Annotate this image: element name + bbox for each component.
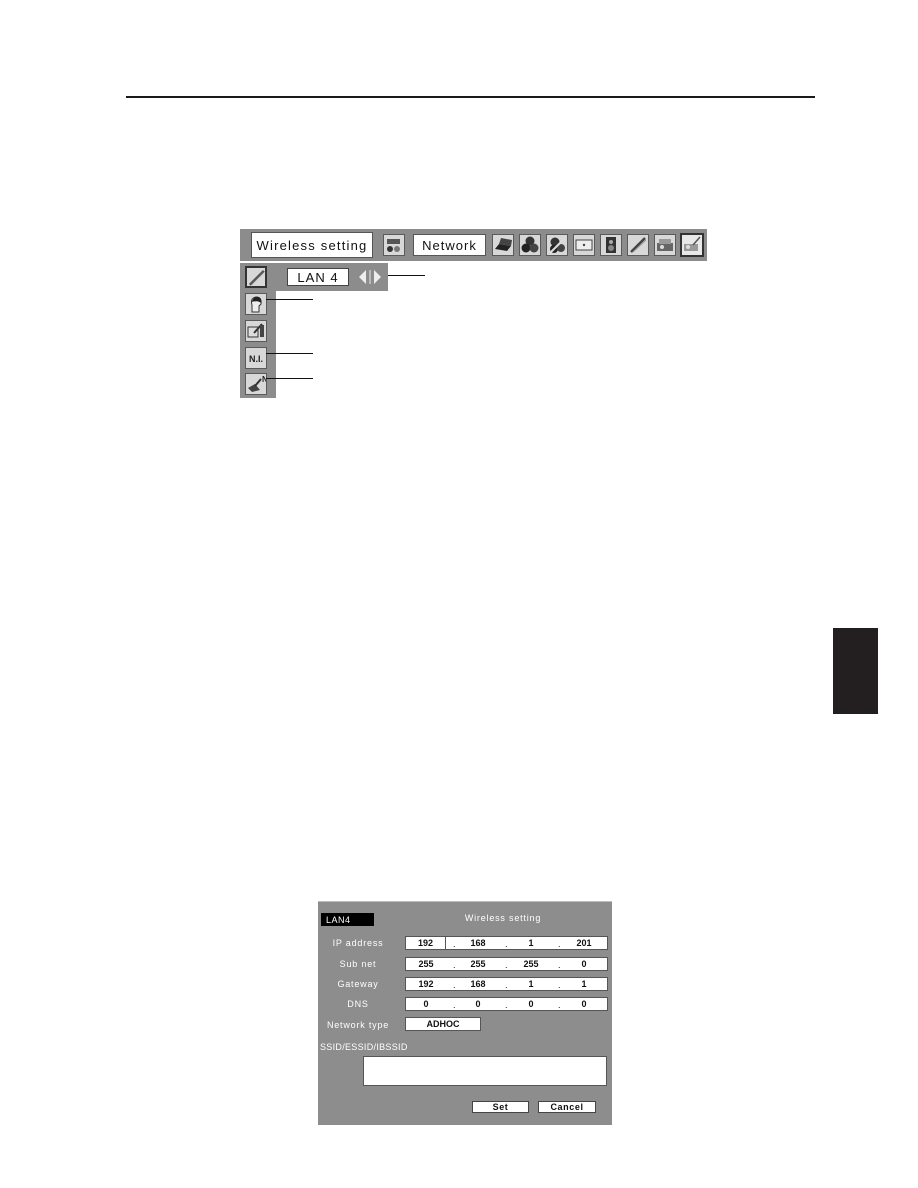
octet-separator: . xyxy=(453,960,456,970)
ip-address-label: IP address xyxy=(332,938,384,948)
menu-title: Wireless setting xyxy=(251,232,373,258)
image-adjust-icon[interactable] xyxy=(519,234,541,256)
network-icon[interactable] xyxy=(680,233,704,257)
ssid-label: SSID/ESSID/IBSSID xyxy=(320,1042,408,1052)
octet[interactable]: 255 xyxy=(406,958,446,971)
octet-separator: . xyxy=(558,980,561,990)
lan-select-panel: LAN 4 xyxy=(276,263,388,291)
octet-separator: . xyxy=(505,960,508,970)
projector-menu-bar: Wireless setting Network xyxy=(240,229,707,261)
ip-address-field[interactable]: 192 . 168 . 1 . 201 xyxy=(405,936,608,950)
octet[interactable]: 0 xyxy=(564,998,604,1011)
menu-network-label: Network xyxy=(413,234,486,256)
svg-text:N.I.: N.I. xyxy=(249,354,263,364)
network-type-label: Network type xyxy=(326,1020,390,1030)
network-type-select[interactable]: ADHOC xyxy=(405,1017,481,1031)
dns-field[interactable]: 0 . 0 . 0 . 0 xyxy=(405,997,608,1011)
octet-separator: . xyxy=(453,980,456,990)
left-right-arrows-icon[interactable] xyxy=(359,270,381,284)
image-select-icon[interactable] xyxy=(546,234,568,256)
wireless-setting-dialog: LAN4 Wireless setting IP address 192 . 1… xyxy=(318,901,612,1125)
octet[interactable]: 255 xyxy=(458,958,498,971)
information-icon[interactable] xyxy=(654,234,676,256)
gateway-field[interactable]: 192 . 168 . 1 . 1 xyxy=(405,977,608,991)
octet[interactable]: 255 xyxy=(511,958,551,971)
octet-separator: . xyxy=(453,1000,456,1010)
octet-separator: . xyxy=(505,980,508,990)
octet-separator: . xyxy=(505,939,508,949)
octet-separator: . xyxy=(558,1000,561,1010)
octet-separator: . xyxy=(505,1000,508,1010)
svg-text:N: N xyxy=(262,375,266,384)
octet[interactable]: 168 xyxy=(458,978,498,991)
sound-icon[interactable] xyxy=(600,234,622,256)
header-rule xyxy=(126,96,815,98)
network-config-icon[interactable] xyxy=(383,234,405,256)
wireless-setting-icon[interactable] xyxy=(245,266,267,288)
subnet-field[interactable]: 255 . 255 . 255 . 0 xyxy=(405,957,608,971)
set-button[interactable]: Set xyxy=(472,1101,529,1113)
octet[interactable]: 0 xyxy=(511,998,551,1011)
dns-label: DNS xyxy=(347,999,369,1009)
octet[interactable]: 192 xyxy=(406,937,446,950)
octet[interactable]: 201 xyxy=(564,937,604,950)
callout-line-lan-select xyxy=(388,275,425,276)
octet[interactable]: 0 xyxy=(458,998,498,1011)
callout-line-user xyxy=(266,299,313,300)
octet[interactable]: 1 xyxy=(511,978,551,991)
octet[interactable]: 192 xyxy=(406,978,446,991)
octet[interactable]: 1 xyxy=(511,937,551,950)
octet[interactable]: 0 xyxy=(564,958,604,971)
chapter-tab xyxy=(833,628,878,714)
octet-separator: . xyxy=(453,939,456,949)
octet-separator: . xyxy=(558,939,561,949)
callout-line-network-info xyxy=(266,353,313,354)
computer-system-icon[interactable] xyxy=(492,234,514,256)
ssid-input[interactable] xyxy=(363,1056,607,1086)
octet[interactable]: 0 xyxy=(406,998,446,1011)
user-icon[interactable] xyxy=(245,293,267,315)
octet[interactable]: 168 xyxy=(458,937,498,950)
network-information-icon[interactable]: N.I. xyxy=(245,347,267,369)
subnet-label: Sub net xyxy=(339,959,377,969)
octet-separator: . xyxy=(558,960,561,970)
callout-line-factory-default xyxy=(266,378,313,379)
network-factory-default-icon[interactable]: N xyxy=(245,373,267,395)
network-pin-icon[interactable] xyxy=(245,320,267,342)
octet[interactable]: 1 xyxy=(564,978,604,991)
lan-select-value[interactable]: LAN 4 xyxy=(287,268,349,286)
dialog-title: Wireless setting xyxy=(464,913,542,923)
dialog-lan-label: LAN4 xyxy=(321,913,374,926)
gateway-label: Gateway xyxy=(337,979,379,989)
cancel-button[interactable]: Cancel xyxy=(538,1101,596,1113)
setting-icon[interactable] xyxy=(627,234,649,256)
screen-icon[interactable] xyxy=(573,234,595,256)
